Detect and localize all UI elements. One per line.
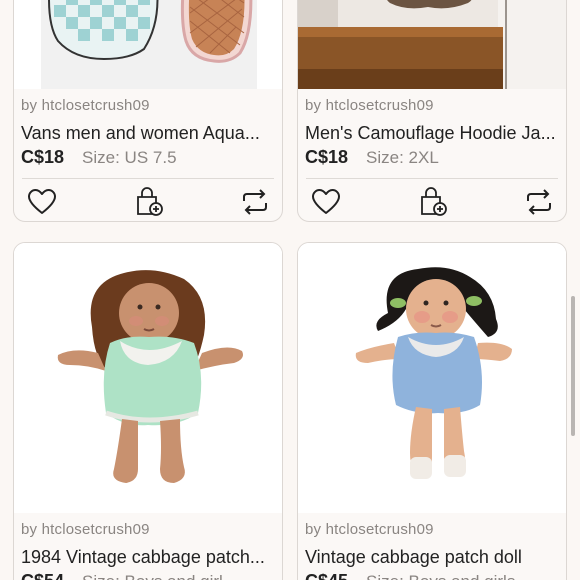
price-row: C$54 Size: Boys and girl bbox=[21, 571, 223, 580]
listing-card[interactable]: by htclosetcrush09 Vans men and women Aq… bbox=[13, 0, 283, 222]
listing-size: Size: 2XL bbox=[366, 148, 439, 167]
listing-photo-cabbage-patch-doll-blue[interactable] bbox=[298, 243, 566, 513]
listing-card[interactable]: by htclosetcrush09 Vintage cabbage patch… bbox=[297, 242, 567, 580]
price-row: C$18 Size: 2XL bbox=[305, 147, 439, 168]
price-row: C$18 Size: US 7.5 bbox=[21, 147, 177, 168]
divider bbox=[22, 178, 274, 179]
share-arrows-icon bbox=[527, 189, 551, 215]
heart-icon bbox=[28, 189, 56, 214]
price-row: C$45 Size: Boys and girls bbox=[305, 571, 515, 580]
shopping-bag-plus-icon bbox=[137, 187, 163, 216]
listing-price: C$54 bbox=[21, 571, 64, 580]
listing-size: Size: Boys and girl bbox=[82, 572, 223, 580]
listing-photo-vans-shoes[interactable] bbox=[14, 0, 282, 89]
seller-name[interactable]: by htclosetcrush09 bbox=[21, 97, 150, 114]
listing-title[interactable]: Vintage cabbage patch doll bbox=[305, 547, 561, 568]
listing-size: Size: US 7.5 bbox=[82, 148, 177, 167]
add-to-bundle-button[interactable] bbox=[132, 185, 166, 219]
seller-name[interactable]: by htclosetcrush09 bbox=[21, 521, 150, 538]
heart-icon bbox=[312, 189, 340, 214]
seller-name[interactable]: by htclosetcrush09 bbox=[305, 521, 434, 538]
share-button[interactable] bbox=[238, 185, 272, 219]
seller-name[interactable]: by htclosetcrush09 bbox=[305, 97, 434, 114]
listing-size: Size: Boys and girls bbox=[366, 572, 515, 580]
listing-actions bbox=[298, 185, 566, 219]
like-button[interactable] bbox=[25, 185, 59, 219]
listing-card[interactable]: by htclosetcrush09 Men's Camouflage Hood… bbox=[297, 0, 567, 222]
add-to-bundle-button[interactable] bbox=[416, 185, 450, 219]
share-arrows-icon bbox=[243, 189, 267, 215]
listing-title[interactable]: 1984 Vintage cabbage patch... bbox=[21, 547, 277, 568]
share-button[interactable] bbox=[522, 185, 556, 219]
listing-card[interactable]: by htclosetcrush09 1984 Vintage cabbage … bbox=[13, 242, 283, 580]
divider bbox=[306, 178, 558, 179]
like-button[interactable] bbox=[309, 185, 343, 219]
listing-photo-cabbage-patch-doll-green[interactable] bbox=[14, 243, 282, 513]
listing-actions bbox=[14, 185, 282, 219]
listing-photo-camouflage-hoodie[interactable] bbox=[298, 0, 566, 89]
listing-title[interactable]: Vans men and women Aqua... bbox=[21, 123, 277, 144]
listing-price: C$18 bbox=[21, 147, 65, 167]
listing-price: C$18 bbox=[305, 147, 349, 167]
listing-price: C$45 bbox=[305, 571, 348, 580]
scrollbar[interactable] bbox=[571, 296, 575, 436]
shopping-bag-plus-icon bbox=[421, 187, 447, 216]
listing-title[interactable]: Men's Camouflage Hoodie Ja... bbox=[305, 123, 561, 144]
